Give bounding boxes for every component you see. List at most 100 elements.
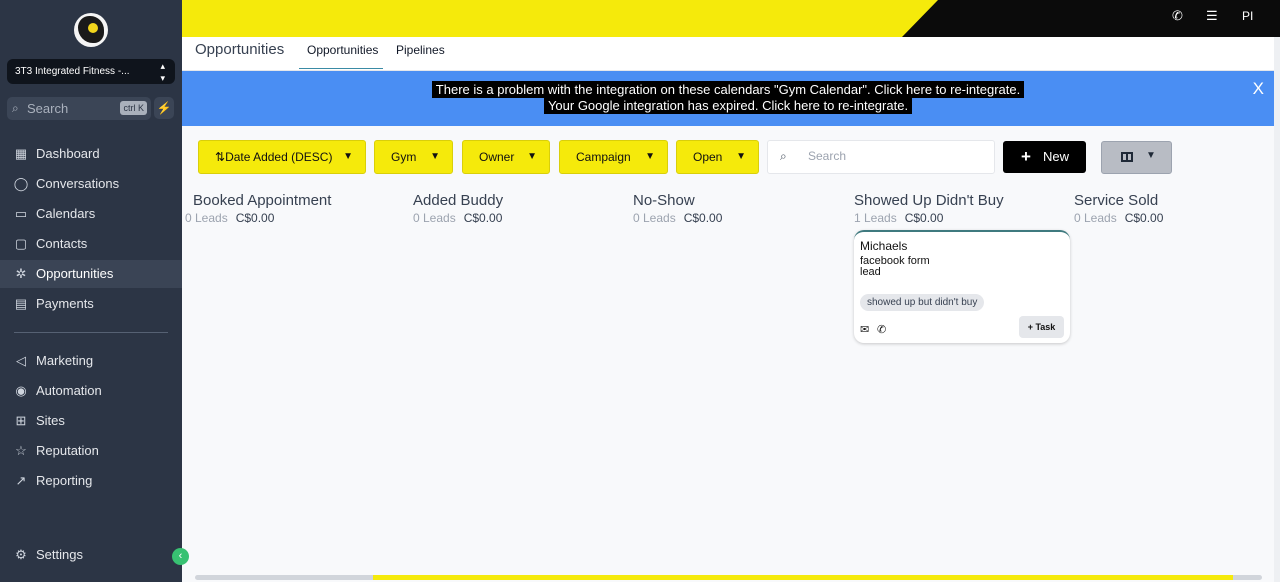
column-lead-count: 0 Leads — [633, 211, 676, 225]
sort-label: Date Added (DESC) — [225, 150, 333, 164]
sidebar-item-sites[interactable]: ⊞ Sites — [0, 407, 182, 435]
dashboard-icon: ▦ — [14, 146, 28, 161]
sidebar-item-label: Reputation — [36, 443, 99, 458]
card-contact-name: Michaels — [860, 239, 908, 253]
opportunity-card[interactable]: Michaels facebook form lead showed up bu… — [854, 230, 1070, 343]
account-switcher[interactable]: 3T3 Integrated Fitness -... ▴ ▾ — [7, 59, 175, 84]
sidebar-item-label: Payments — [36, 296, 94, 311]
phone-icon[interactable]: ✆ — [1172, 8, 1183, 24]
sidebar-item-contacts[interactable]: ▢ Contacts — [0, 230, 182, 258]
sidebar-item-conversations[interactable]: ◯ Conversations — [0, 170, 182, 198]
sidebar-item-label: Contacts — [36, 236, 88, 251]
sidebar-item-label: Opportunities — [36, 266, 114, 281]
tab-pipelines[interactable]: Pipelines — [396, 43, 445, 69]
message-icon[interactable]: ✉ — [860, 323, 869, 336]
pipeline-column: Service Sold 0 Leads C$0.00 — [1074, 192, 1163, 225]
sidebar-item-reputation[interactable]: ☆ Reputation — [0, 437, 182, 465]
sidebar-search-placeholder: Search — [27, 101, 69, 116]
sidebar-item-settings[interactable]: ⚙ Settings — [0, 541, 182, 569]
contacts-icon: ▢ — [14, 236, 28, 251]
status-label: Open — [693, 150, 723, 164]
sidebar-item-opportunities[interactable]: ✲ Opportunities — [0, 260, 182, 288]
add-task-button[interactable]: + Task — [1019, 316, 1064, 338]
column-lead-count: 1 Leads — [854, 211, 897, 225]
column-amount: C$0.00 — [1124, 211, 1164, 225]
pipeline-label: Gym — [391, 150, 417, 164]
sidebar-item-dashboard[interactable]: ▦ Dashboard — [0, 140, 182, 168]
sidebar-divider — [14, 332, 168, 333]
topbar-dark-panel — [902, 0, 1280, 37]
star-icon: ☆ — [15, 443, 27, 458]
sites-icon: ⊞ — [15, 413, 27, 428]
phone-icon[interactable]: ✆ — [877, 323, 886, 336]
sidebar-item-label: Dashboard — [36, 146, 100, 161]
new-button-label: New — [1043, 149, 1070, 164]
lightning-icon[interactable]: ⚡ — [154, 97, 174, 119]
sort-filter[interactable]: ⇅Date Added (DESC) ▼ — [198, 140, 366, 174]
pipeline-filter[interactable]: Gym ▼ — [374, 140, 453, 174]
alert-calendar-line[interactable]: There is a problem with the integration … — [182, 81, 1274, 98]
sidebar-item-payments[interactable]: ▤ Payments — [0, 290, 182, 318]
chevron-down-icon: ▼ — [1146, 150, 1156, 161]
sidebar-item-label: Conversations — [36, 176, 120, 191]
campaign-label: Campaign — [576, 150, 631, 164]
alert-google-line[interactable]: Your Google integration has expired. Cli… — [182, 97, 1274, 114]
column-title: Added Buddy — [413, 192, 504, 209]
view-toggle-button[interactable]: ▼ — [1101, 141, 1172, 174]
sidebar-item-label: Automation — [36, 383, 102, 398]
chevron-up-down-icon: ▴ ▾ — [160, 61, 165, 83]
close-alert-button[interactable]: X — [1253, 79, 1264, 99]
column-lead-count: 0 Leads — [185, 211, 228, 225]
chevron-down-icon: ▼ — [343, 151, 353, 162]
column-lead-count: 0 Leads — [413, 211, 456, 225]
new-opportunity-button[interactable]: + New — [1003, 141, 1086, 173]
column-amount: C$0.00 — [904, 211, 944, 225]
marketing-icon: ◁ — [16, 353, 26, 368]
column-title: No-Show — [633, 192, 695, 209]
payments-icon: ▤ — [14, 296, 28, 311]
owner-label: Owner — [479, 150, 515, 164]
collapse-sidebar-button[interactable]: ‹ — [172, 548, 189, 565]
sidebar-item-reporting[interactable]: ↗ Reporting — [0, 467, 182, 495]
automation-icon: ◉ — [15, 383, 27, 398]
column-amount: C$0.00 — [683, 211, 723, 225]
column-amount: C$0.00 — [235, 211, 275, 225]
horizontal-scrollbar[interactable] — [195, 575, 1262, 580]
gym-logo-icon[interactable] — [74, 13, 108, 47]
sidebar-item-label: Calendars — [36, 206, 96, 221]
sidebar-item-label: Sites — [36, 413, 65, 428]
chevron-down-icon: ▼ — [430, 151, 440, 162]
keyboard-shortcut-badge: ctrl K — [120, 101, 147, 115]
sidebar-item-label: Settings — [36, 547, 83, 562]
sidebar-search[interactable]: ⌕ Search ctrl K — [7, 97, 151, 120]
vertical-scrollbar[interactable] — [1274, 37, 1280, 582]
chevron-down-icon: ▼ — [736, 151, 746, 162]
opportunity-search[interactable]: ⌕ — [767, 140, 995, 174]
list-icon[interactable]: ☰ — [1206, 8, 1218, 24]
user-avatar[interactable]: PI — [1242, 9, 1253, 23]
sidebar-item-label: Reporting — [36, 473, 93, 488]
pipeline-column: Showed Up Didn't Buy 1 Leads C$0.00 — [854, 192, 1004, 225]
sidebar-item-marketing[interactable]: ◁ Marketing — [0, 347, 182, 375]
owner-filter[interactable]: Owner ▼ — [462, 140, 550, 174]
column-lead-count: 0 Leads — [1074, 211, 1117, 225]
pipeline-column: Added Buddy 0 Leads C$0.00 — [413, 192, 503, 225]
board-view-icon — [1121, 152, 1133, 162]
status-filter[interactable]: Open ▼ — [676, 140, 759, 174]
campaign-filter[interactable]: Campaign ▼ — [559, 140, 668, 174]
sidebar-item-calendars[interactable]: ▭ Calendars — [0, 200, 182, 228]
reporting-icon: ↗ — [15, 473, 27, 488]
opportunities-icon: ✲ — [15, 266, 27, 281]
column-title: Showed Up Didn't Buy — [854, 192, 1004, 209]
sidebar-item-automation[interactable]: ◉ Automation — [0, 377, 182, 405]
top-bar — [182, 0, 1280, 37]
column-title: Booked Appointment — [193, 192, 332, 209]
search-icon: ⌕ — [12, 101, 19, 115]
search-icon: ⌕ — [780, 149, 787, 163]
tab-opportunities[interactable]: Opportunities — [299, 43, 383, 69]
search-input[interactable] — [808, 149, 978, 163]
scrollbar-thumb[interactable] — [373, 575, 1233, 580]
column-amount: C$0.00 — [463, 211, 503, 225]
account-name: 3T3 Integrated Fitness -... — [15, 66, 130, 77]
integration-alert: There is a problem with the integration … — [182, 71, 1274, 126]
